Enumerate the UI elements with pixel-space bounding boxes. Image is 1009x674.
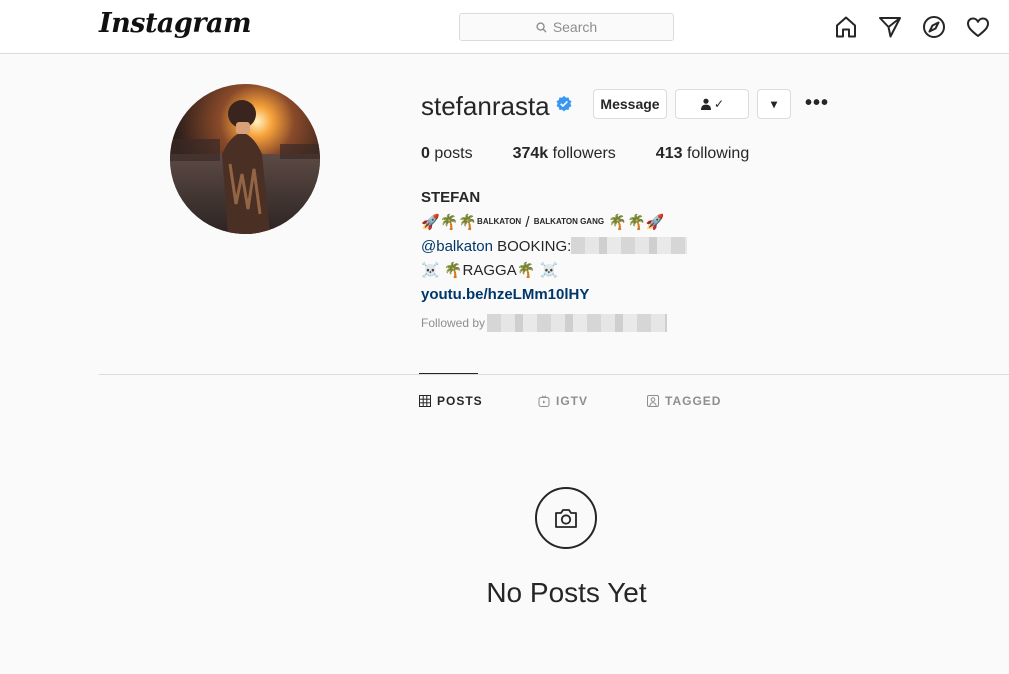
profile-bio: STEFAN 🚀🌴🌴BALKATON / BALKATON GANG 🌴🌴🚀 @… xyxy=(421,186,688,307)
verified-badge-icon xyxy=(556,95,572,112)
tab-posts[interactable]: POSTS xyxy=(419,394,483,408)
empty-state-title: No Posts Yet xyxy=(486,577,647,608)
bio-line-2: @balkaton BOOKING: xyxy=(421,235,688,259)
bio-line-1: 🚀🌴🌴BALKATON / BALKATON GANG 🌴🌴🚀 xyxy=(421,214,665,231)
grid-icon xyxy=(419,395,431,407)
more-options-icon[interactable]: ••• xyxy=(805,93,829,113)
redacted-followers xyxy=(487,314,668,332)
igtv-icon xyxy=(538,395,550,407)
rocket-icon: 🚀 xyxy=(421,214,440,231)
tab-igtv[interactable]: IGTV xyxy=(538,394,588,408)
tab-tagged[interactable]: TAGGED xyxy=(647,394,721,408)
message-button[interactable]: Message xyxy=(593,89,667,119)
activity-icon[interactable] xyxy=(966,15,990,39)
bio-mention-link[interactable]: @balkaton xyxy=(421,238,493,255)
tabs-divider xyxy=(99,374,1009,375)
palm-tree-icon: 🌴🌴 xyxy=(439,214,478,231)
bio-name: STEFAN xyxy=(421,189,481,206)
top-nav: Instagram Search xyxy=(0,0,1009,54)
profile-avatar[interactable] xyxy=(170,84,320,234)
skull-crossbones-icon: ☠️ xyxy=(539,262,559,279)
user-icon xyxy=(700,98,711,110)
bio-website-link[interactable]: youtu.be/hzeLMm10lHY xyxy=(421,283,687,307)
redacted-contact xyxy=(571,237,688,254)
home-icon[interactable] xyxy=(834,15,858,39)
palm-tree-icon: 🌴 xyxy=(443,262,463,279)
instagram-logo[interactable]: Instagram xyxy=(99,8,252,39)
active-tab-indicator xyxy=(419,373,478,374)
following-button[interactable]: ✓ xyxy=(675,89,749,119)
profile-username: stefanrasta xyxy=(421,91,550,121)
rocket-icon: 🚀 xyxy=(645,214,665,231)
search-input[interactable]: Search xyxy=(459,13,674,41)
palm-tree-icon: 🌴 xyxy=(516,262,536,279)
direct-icon[interactable] xyxy=(878,15,902,39)
tagged-user-icon xyxy=(647,395,659,407)
skull-crossbones-icon: ☠️ xyxy=(421,262,440,279)
palm-tree-icon: 🌴🌴 xyxy=(608,214,646,231)
suggestions-dropdown-button[interactable]: ▾ xyxy=(757,89,791,119)
bio-line-3: ☠️ 🌴RAGGA🌴 ☠️ xyxy=(421,262,559,279)
stat-posts: 0 posts xyxy=(421,145,473,162)
chevron-down-icon: ▾ xyxy=(770,97,778,111)
following-check: ✓ xyxy=(713,97,725,111)
search-placeholder: Search xyxy=(552,19,598,35)
stat-following[interactable]: 413 following xyxy=(656,145,749,163)
followed-by[interactable]: Followed by xyxy=(421,314,668,332)
profile-stats: 0 posts 374k followers 413 following xyxy=(421,145,789,163)
explore-icon[interactable] xyxy=(922,15,946,39)
stat-followers[interactable]: 374k followers xyxy=(513,145,616,163)
search-icon xyxy=(536,21,547,33)
camera-icon xyxy=(535,487,597,549)
